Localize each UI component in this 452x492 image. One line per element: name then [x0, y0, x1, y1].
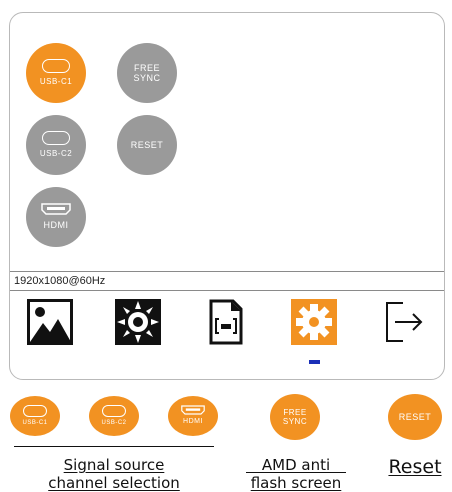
- document-icon[interactable]: [203, 299, 249, 345]
- reset-label: RESET: [130, 139, 164, 150]
- legend-free-sync-button: FREE SYNC: [270, 394, 320, 440]
- usb-c-port-icon: [23, 405, 47, 418]
- exit-icon[interactable]: [381, 299, 427, 345]
- hdmi-label: HDMI: [43, 220, 69, 231]
- usb-c1-button[interactable]: USB-C1: [26, 43, 86, 103]
- usb-c2-label: USB-C2: [39, 149, 73, 159]
- caption-signal-source: Signal source channel selection: [48, 456, 180, 492]
- usb-c-port-icon: [42, 59, 70, 74]
- legend-reset-label: RESET: [398, 411, 432, 422]
- hdmi-port-icon: [181, 405, 205, 416]
- legend-hdmi-label: HDMI: [183, 418, 203, 426]
- reset-button[interactable]: RESET: [117, 115, 177, 175]
- usb-c-port-icon: [42, 131, 70, 146]
- hdmi-button[interactable]: HDMI: [26, 187, 86, 247]
- usb-c2-button[interactable]: USB-C2: [26, 115, 86, 175]
- caption-reset: Reset: [388, 456, 442, 478]
- usb-c1-label: USB-C1: [39, 77, 73, 87]
- legend-free-sync-label: FREE SYNC: [282, 407, 308, 426]
- image-icon[interactable]: [27, 299, 73, 345]
- legend-reset-button: RESET: [388, 394, 442, 440]
- legend-usb-c1-button: USB-C1: [10, 396, 60, 436]
- legend-hdmi-button: HDMI: [168, 396, 218, 436]
- caption-amd-anti-flash: AMD anti flash screen: [250, 456, 342, 492]
- usb-c-port-icon: [102, 405, 126, 418]
- legend-usb-c2-button: USB-C2: [89, 396, 139, 436]
- hdmi-port-icon: [41, 203, 71, 216]
- free-sync-button[interactable]: FREE SYNC: [117, 43, 177, 103]
- brightness-icon[interactable]: [115, 299, 161, 345]
- status-divider-top: [10, 271, 444, 272]
- status-divider-bottom: [10, 290, 444, 291]
- settings-icon[interactable]: [291, 299, 337, 345]
- signal-source-bracket: [14, 446, 214, 447]
- legend-usb-c2-label: USB-C2: [101, 420, 127, 427]
- selected-indicator: [309, 360, 320, 364]
- free-sync-label: FREE SYNC: [133, 62, 161, 83]
- resolution-status: 1920x1080@60Hz: [14, 275, 106, 287]
- legend-usb-c1-label: USB-C1: [22, 420, 48, 427]
